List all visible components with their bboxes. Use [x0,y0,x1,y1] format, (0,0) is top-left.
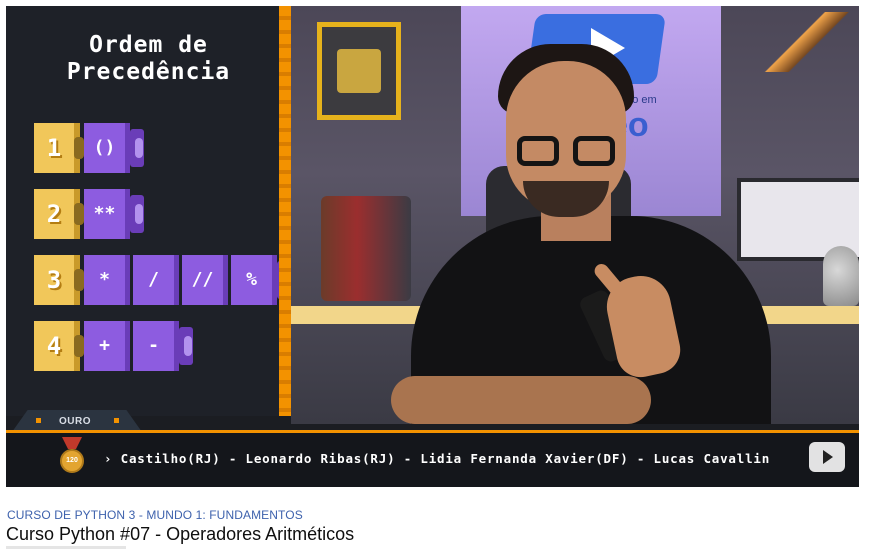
video-scene: Curso em eo [291,6,859,424]
precedence-slide: Ordem de Precedência 1 () 2 ** 3 * / // … [6,6,291,416]
tab-dot [114,418,119,423]
block-cap [179,327,193,365]
operator-block: () [84,123,130,173]
next-video-button[interactable] [809,442,845,472]
operator-block: / [133,255,179,305]
block-cap [130,129,144,167]
operator-block: + [84,321,130,371]
operator-block: % [231,255,277,305]
slide-title: Ordem de Precedência [6,32,291,86]
operator-block: ** [84,189,130,239]
video-title: Curso Python #07 - Operadores Aritmético… [6,524,355,544]
video-player[interactable]: Curso em eo Ordem de Precedência 1 [6,6,859,487]
series-link[interactable]: CURSO DE PYTHON 3 - MUNDO 1: FUNDAMENTOS [7,508,303,522]
block-cap [130,195,144,233]
microphone [823,246,859,306]
slide-title-line2: Precedência [66,59,231,85]
medal-label: 120 [60,449,84,473]
glasses [517,136,617,170]
tab-dot [36,418,41,423]
lamp [761,12,859,72]
slide-title-line1: Ordem de [89,32,208,58]
medal-icon: 120 [58,437,86,477]
presenter-arm [391,376,651,424]
next-arrow-icon [823,450,833,464]
operator-block: - [133,321,179,371]
operator-block: * [84,255,130,305]
block-cap [277,261,291,299]
supporter-tier-label: OURO [59,416,91,427]
award-frame [317,22,401,120]
operator-block: // [182,255,228,305]
ticker-text: › Castilho(RJ) - Leonardo Ribas(RJ) - Li… [104,451,771,466]
shelf-figures [321,196,411,301]
